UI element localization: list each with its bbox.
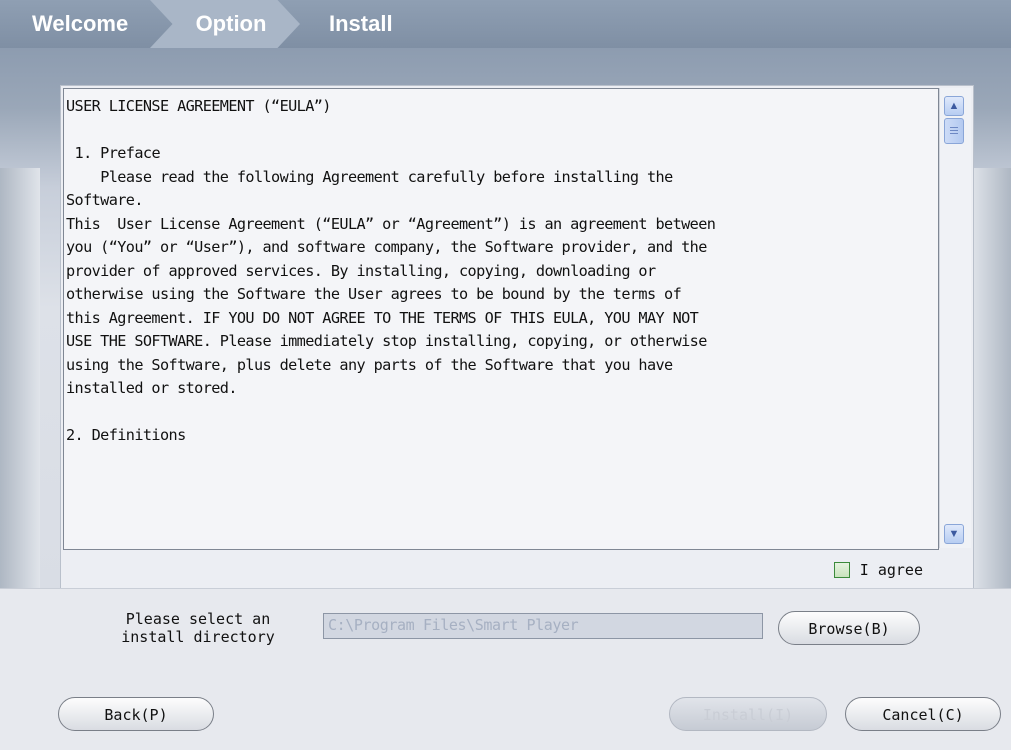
scrollbar-thumb[interactable]	[944, 118, 964, 144]
right-rail	[971, 168, 1011, 588]
eula-frame: USER LICENSE AGREEMENT (“EULA”) 1. Prefa…	[60, 85, 974, 592]
chevron-up-icon[interactable]: ▲	[944, 96, 964, 116]
install-button[interactable]: Install(I)	[669, 697, 827, 731]
eula-scrollbar[interactable]: ▲ ▼	[939, 88, 971, 548]
bottom-panel: Please select an install directory C:\Pr…	[0, 588, 1011, 750]
chevron-down-icon[interactable]: ▼	[944, 524, 964, 544]
wizard-header: Welcome Option Install	[0, 0, 1011, 48]
back-button[interactable]: Back(P)	[58, 697, 214, 731]
main-panel: USER LICENSE AGREEMENT (“EULA”) 1. Prefa…	[0, 48, 1011, 592]
left-rail	[0, 168, 40, 588]
cancel-button[interactable]: Cancel(C)	[845, 697, 1001, 731]
agree-label[interactable]: I agree	[860, 561, 923, 579]
step-install: Install	[329, 11, 393, 36]
install-dir-label: Please select an install directory	[121, 610, 275, 646]
browse-button[interactable]: Browse(B)	[778, 611, 920, 645]
agree-row: I agree	[833, 560, 923, 580]
agree-checkbox[interactable]	[833, 562, 850, 578]
eula-text: USER LICENSE AGREEMENT (“EULA”) 1. Prefa…	[66, 97, 716, 444]
step-option-label: Option	[195, 11, 267, 36]
eula-textbox[interactable]: USER LICENSE AGREEMENT (“EULA”) 1. Prefa…	[63, 88, 939, 550]
step-option: Option	[150, 0, 300, 48]
install-dir-field[interactable]: C:\Program Files\Smart Player	[323, 613, 763, 639]
